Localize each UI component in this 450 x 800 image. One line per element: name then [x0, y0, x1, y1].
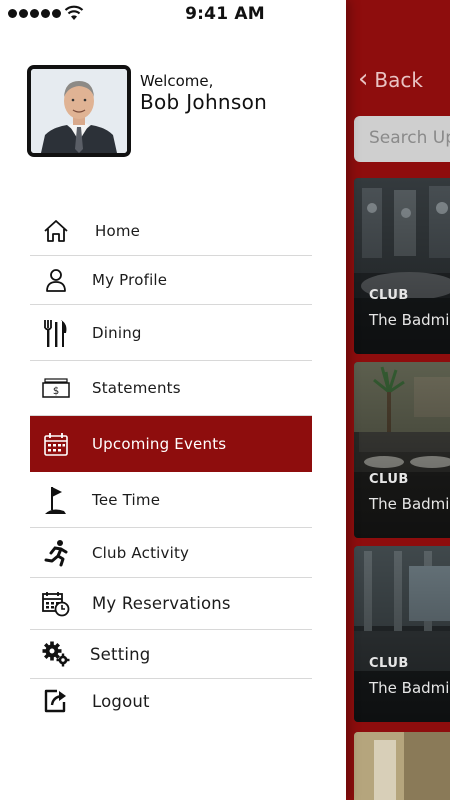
fork-knife-icon [32, 305, 80, 360]
menu-item-my-reservations[interactable]: My Reservations [30, 578, 312, 630]
menu-label-upcoming-events: Upcoming Events [92, 434, 227, 453]
event-card[interactable]: CLUB The Badmi [354, 362, 450, 538]
logout-icon [32, 679, 80, 723]
event-card[interactable]: CLUB The Badmi [354, 546, 450, 722]
event-card[interactable] [354, 732, 450, 800]
menu-label-setting: Setting [90, 644, 151, 664]
card-tag: CLUB [369, 472, 409, 487]
welcome-text: Welcome, [140, 72, 214, 90]
menu-item-dining[interactable]: Dining [30, 305, 312, 361]
menu-item-tee-time[interactable]: Tee Time [30, 472, 312, 528]
menu-item-home[interactable]: Home [30, 206, 312, 256]
card-tag: CLUB [369, 656, 409, 671]
menu-label-my-profile: My Profile [92, 271, 168, 289]
home-icon [32, 206, 80, 255]
svg-text:$: $ [53, 386, 59, 397]
chevron-left-icon: ‹ [358, 63, 369, 94]
calendar-icon [32, 416, 80, 471]
menu-label-tee-time: Tee Time [92, 490, 161, 509]
event-card[interactable]: CLUB The Badmi [354, 178, 450, 354]
user-icon [32, 256, 80, 304]
menu-label-logout: Logout [92, 691, 150, 711]
avatar[interactable] [27, 65, 131, 157]
golf-flag-icon [32, 472, 80, 527]
menu-item-setting[interactable]: Setting [30, 630, 312, 679]
menu-label-my-reservations: My Reservations [92, 594, 231, 613]
back-button[interactable]: ‹ Back [358, 63, 423, 94]
menu-item-my-profile[interactable]: My Profile [30, 256, 312, 305]
status-time: 9:41 AM [185, 4, 265, 24]
cash-icon: $ [32, 361, 80, 415]
status-bar: 9:41 AM [0, 0, 450, 28]
menu-label-dining: Dining [92, 323, 142, 342]
card-tag: CLUB [369, 288, 409, 303]
underlying-screen: ‹ Back Search Up CLUB The Badmi CLUB The… [346, 0, 450, 800]
card-title: The Badmi [369, 311, 450, 329]
user-name: Bob Johnson [140, 90, 268, 114]
menu-label-club-activity: Club Activity [92, 543, 190, 562]
menu-item-statements[interactable]: $ Statements [30, 361, 312, 416]
running-icon [32, 528, 80, 577]
menu-label-home: Home [95, 221, 141, 240]
search-placeholder: Search Up [369, 128, 450, 148]
drawer-menu: Home My Profile Dining $ Statements Upco… [30, 206, 312, 723]
profile-photo [31, 69, 127, 153]
menu-item-logout[interactable]: Logout [30, 679, 312, 723]
menu-item-upcoming-events[interactable]: Upcoming Events [30, 416, 312, 472]
event-photo [354, 732, 450, 800]
menu-item-club-activity[interactable]: Club Activity [30, 528, 312, 578]
calendar-clock-icon [32, 578, 80, 629]
menu-label-statements: Statements [92, 379, 181, 397]
card-title: The Badmi [369, 679, 450, 697]
navigation-drawer: Welcome, Bob Johnson Home My Profile Din… [0, 0, 346, 800]
search-input[interactable]: Search Up [354, 116, 450, 162]
card-title: The Badmi [369, 495, 450, 513]
back-label: Back [374, 68, 423, 92]
gears-icon [32, 630, 80, 678]
